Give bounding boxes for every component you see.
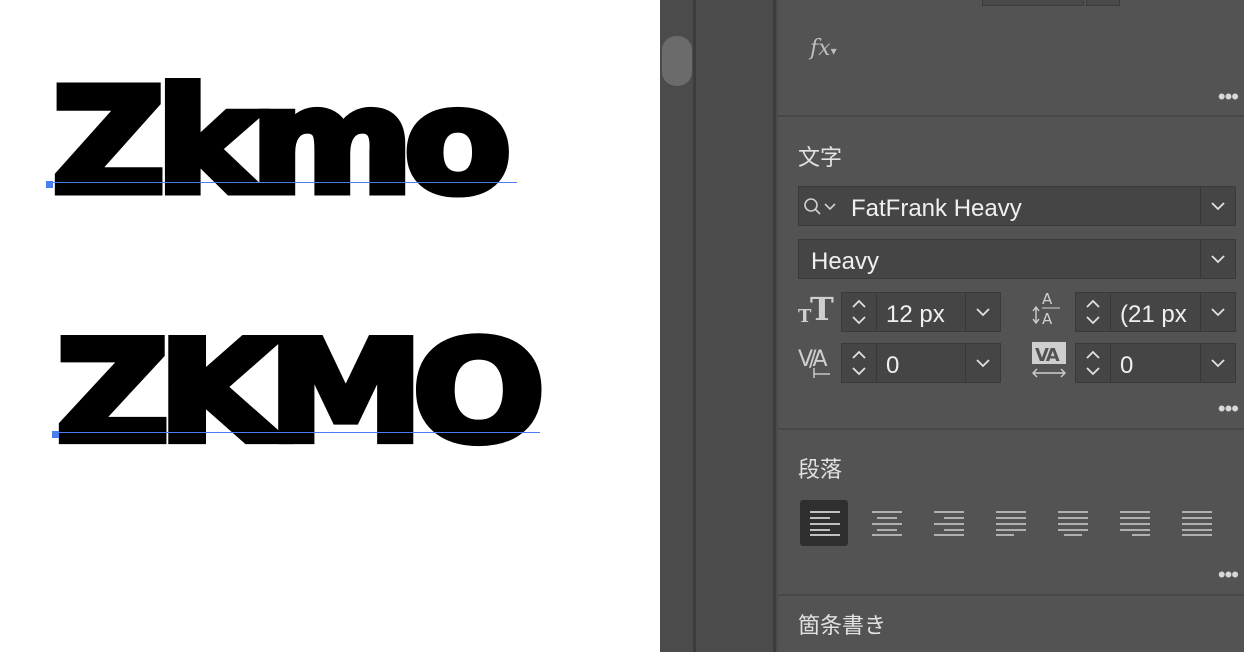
chevron-down-icon — [1211, 308, 1225, 317]
bullets-section-title: 箇条書き — [798, 613, 887, 638]
align-right-icon — [934, 511, 964, 536]
svg-text:V/A: V/A — [798, 347, 827, 372]
font-family-value: FatFrank Heavy — [851, 195, 1022, 222]
section-divider — [778, 428, 1244, 430]
font-style-value: Heavy — [811, 248, 880, 275]
fx-effects-button[interactable]: fx▾ — [810, 36, 837, 61]
font-size-value: 12 px — [886, 301, 945, 328]
chevron-down-icon — [1211, 359, 1225, 368]
font-family-field[interactable]: FatFrank Heavy — [798, 186, 1236, 226]
svg-text:T: T — [810, 290, 834, 326]
font-size-dropdown[interactable] — [965, 293, 1000, 331]
tracking-icon: VA — [1030, 340, 1070, 385]
gutter-divider — [773, 0, 776, 652]
justify-left-button[interactable] — [986, 500, 1034, 546]
paragraph-more-options-button[interactable]: ••• — [1218, 564, 1239, 586]
kerning-field[interactable]: 0 — [841, 343, 1001, 383]
text-frame-zkmo-lower[interactable]: Zkmo — [48, 66, 516, 218]
font-size-icon: T T — [798, 290, 834, 331]
text-anchor-point-1[interactable] — [46, 181, 53, 188]
tracking-stepper[interactable] — [1076, 344, 1111, 382]
justify-right-icon — [1120, 511, 1150, 536]
appearance-more-options-button[interactable]: ••• — [1218, 86, 1239, 108]
svg-text:A: A — [1042, 290, 1053, 308]
panel-gutter — [660, 0, 778, 652]
align-left-icon — [810, 511, 840, 536]
artboard-canvas[interactable]: Zkmo ZKMO — [0, 0, 660, 652]
font-size-stepper[interactable] — [842, 293, 877, 331]
properties-panel: fx▾ ••• 文字 FatFrank Heavy Heavy T T 12 p… — [778, 0, 1244, 652]
font-style-dropdown[interactable] — [1200, 240, 1235, 278]
svg-text:A: A — [1042, 310, 1053, 328]
text-baseline-2 — [56, 432, 540, 433]
kerning-stepper[interactable] — [842, 344, 877, 382]
align-center-icon — [872, 511, 902, 536]
gutter-divider — [693, 0, 696, 652]
chevron-down-icon — [976, 308, 990, 317]
tracking-field[interactable]: 0 — [1075, 343, 1236, 383]
scrollbar-thumb[interactable] — [662, 36, 692, 86]
justify-left-icon — [996, 511, 1026, 536]
kerning-icon: V/A — [798, 342, 834, 385]
stepper-arrows-icon — [1086, 299, 1100, 325]
tracking-dropdown[interactable] — [1200, 344, 1235, 382]
leading-icon: A A — [1032, 288, 1068, 333]
search-icon — [804, 198, 836, 215]
fx-label: fx — [810, 36, 831, 61]
kerning-dropdown[interactable] — [965, 344, 1000, 382]
tracking-value: 0 — [1120, 352, 1134, 379]
fx-chevron-icon: ▾ — [830, 44, 837, 58]
align-center-button[interactable] — [862, 500, 910, 546]
font-size-field[interactable]: 12 px — [841, 292, 1001, 332]
paragraph-section-title: 段落 — [798, 457, 843, 482]
chevron-down-icon — [976, 359, 990, 368]
chevron-down-icon — [1211, 255, 1225, 264]
character-section-title: 文字 — [798, 145, 843, 170]
justify-all-button[interactable] — [1172, 500, 1220, 546]
chevron-down-icon — [1211, 202, 1225, 211]
appearance-dropdown-partial[interactable] — [1086, 0, 1120, 6]
leading-dropdown[interactable] — [1200, 293, 1235, 331]
justify-center-button[interactable] — [1048, 500, 1096, 546]
text-baseline-1 — [50, 182, 517, 183]
justify-right-button[interactable] — [1110, 500, 1158, 546]
stepper-arrows-icon — [1086, 350, 1100, 376]
stepper-arrows-icon — [852, 350, 866, 376]
section-divider — [778, 115, 1244, 117]
font-family-dropdown[interactable] — [1200, 187, 1235, 225]
text-frame-zkmo-upper[interactable]: ZKMO — [52, 319, 550, 466]
svg-text:VA: VA — [1035, 345, 1060, 366]
align-left-button[interactable] — [800, 500, 848, 546]
justify-all-icon — [1182, 511, 1212, 536]
align-right-button[interactable] — [924, 500, 972, 546]
text-anchor-point-2[interactable] — [52, 431, 59, 438]
stepper-arrows-icon — [852, 299, 866, 325]
justify-center-icon — [1058, 511, 1088, 536]
character-more-options-button[interactable]: ••• — [1218, 398, 1239, 420]
appearance-field-partial[interactable] — [982, 0, 1084, 6]
leading-stepper[interactable] — [1076, 293, 1111, 331]
section-divider — [778, 594, 1244, 596]
font-style-field[interactable]: Heavy — [798, 239, 1236, 279]
kerning-value: 0 — [886, 352, 900, 379]
leading-field[interactable]: (21 px — [1075, 292, 1236, 332]
leading-value: (21 px — [1120, 301, 1187, 328]
